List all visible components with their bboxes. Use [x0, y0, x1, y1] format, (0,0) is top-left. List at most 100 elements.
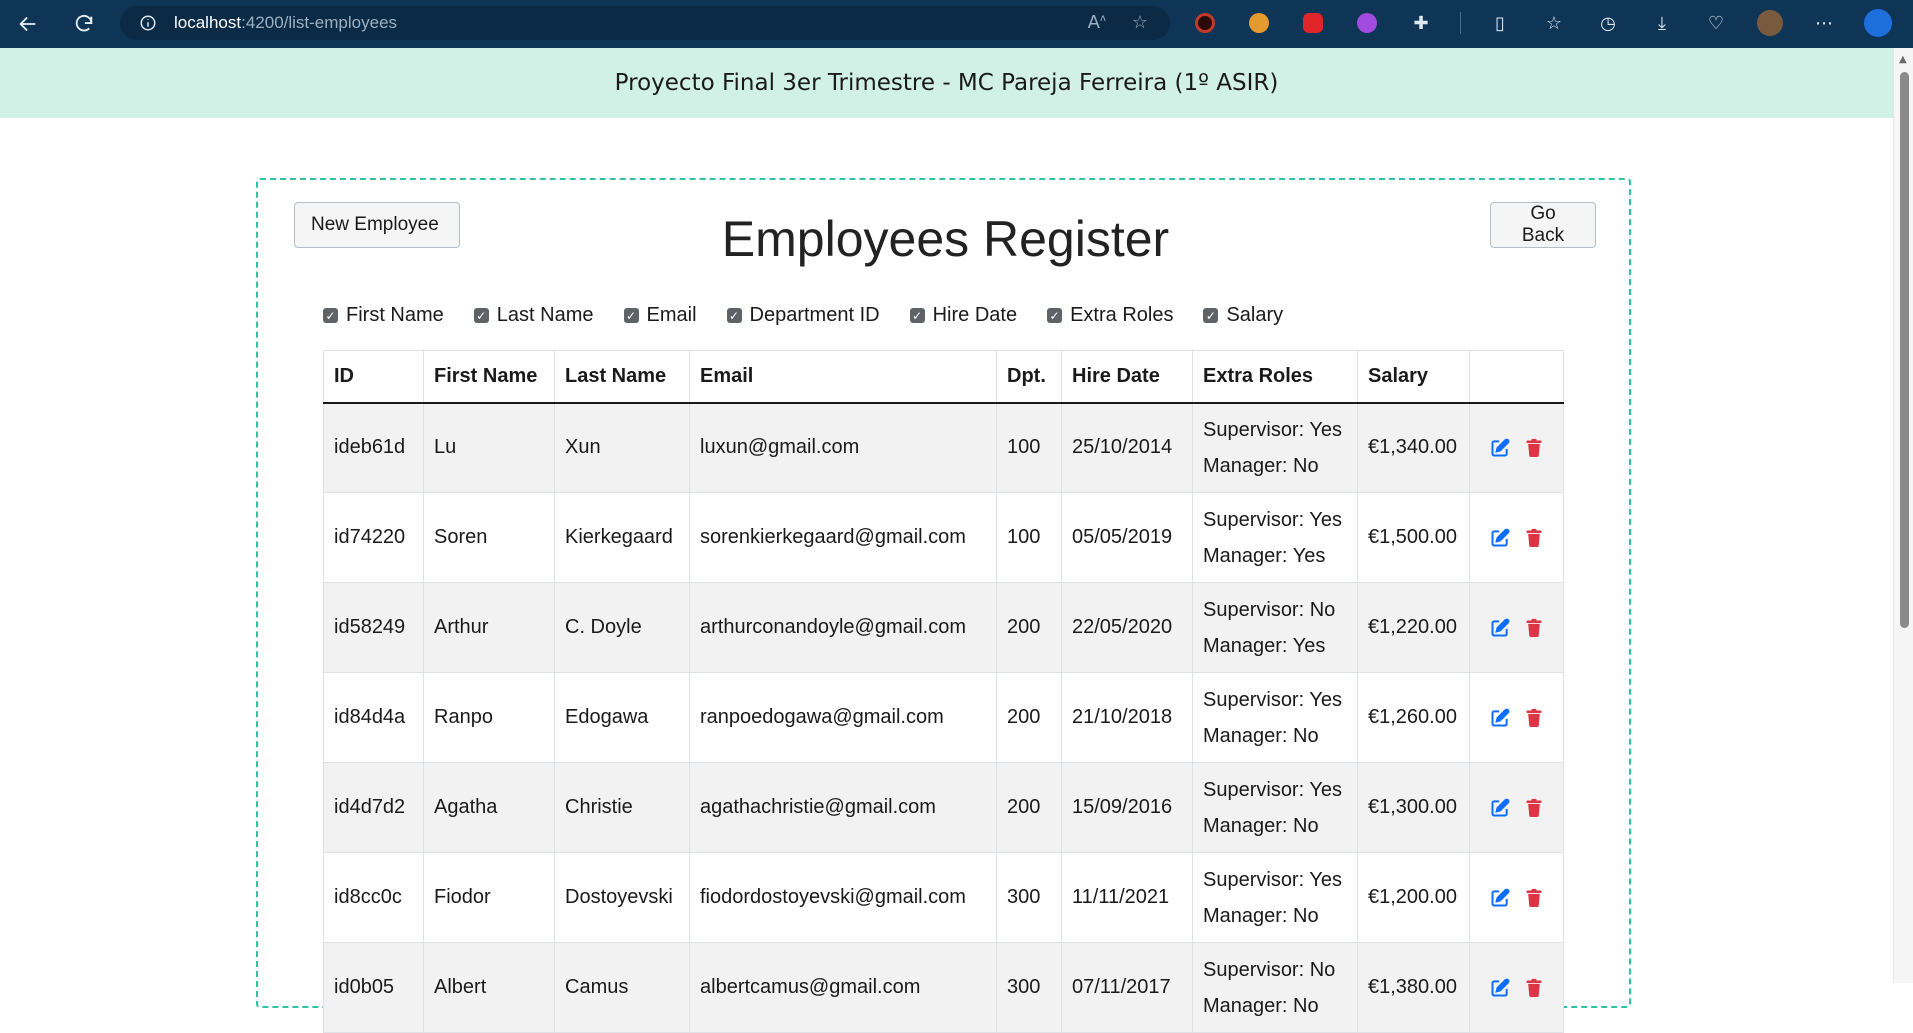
scroll-up-arrow-icon[interactable]: ▲: [1899, 54, 1907, 65]
employees-card: New Employee Employees Register Go Back …: [256, 178, 1631, 1033]
app-header: Proyecto Final 3er Trimestre - MC Pareja…: [0, 48, 1893, 118]
edit-icon[interactable]: [1490, 528, 1510, 548]
cell-actions: [1469, 672, 1564, 763]
checkbox-checked-icon[interactable]: ✓: [473, 308, 489, 323]
download-icon[interactable]: ⤓: [1647, 8, 1677, 38]
url-text[interactable]: localhost:4200/list-employees: [174, 13, 397, 33]
go-back-button[interactable]: Go Back: [1490, 202, 1596, 248]
more-menu-icon[interactable]: ⋯: [1809, 8, 1839, 38]
manager-role: Manager: No: [1203, 904, 1319, 927]
back-icon[interactable]: [8, 4, 48, 44]
filter-last-name[interactable]: ✓ Last Name: [473, 304, 594, 327]
cell-last-name: Dostoyevski: [554, 852, 690, 943]
cell-dpt: 200: [996, 672, 1062, 763]
edit-icon[interactable]: [1490, 978, 1510, 998]
cell-hire-date: 11/11/2021: [1061, 852, 1193, 943]
cell-last-name: Christie: [554, 762, 690, 853]
favorites-icon[interactable]: ☆: [1539, 8, 1569, 38]
column-header-actions: [1469, 350, 1564, 404]
edit-icon[interactable]: [1490, 798, 1510, 818]
checkbox-checked-icon[interactable]: ✓: [726, 308, 742, 323]
cell-last-name: Xun: [554, 402, 690, 493]
delete-trash-icon[interactable]: [1524, 618, 1544, 638]
delete-trash-icon[interactable]: [1524, 708, 1544, 728]
table-row: id58249 Arthur C. Doyle arthurconandoyle@gm…: [323, 582, 1564, 673]
favorite-star-icon[interactable]: ☆: [1132, 12, 1148, 33]
read-aloud-icon[interactable]: Aʌ: [1088, 12, 1106, 33]
checkbox-checked-icon[interactable]: ✓: [623, 308, 639, 323]
cell-email: ranpoedogawa@gmail.com: [689, 672, 997, 763]
cell-first-name: Fiodor: [423, 852, 555, 943]
manager-role: Manager: Yes: [1203, 634, 1326, 657]
delete-trash-icon[interactable]: [1524, 888, 1544, 908]
cell-id: id74220: [323, 492, 424, 583]
copilot-icon[interactable]: [1863, 8, 1893, 38]
edit-icon[interactable]: [1490, 708, 1510, 728]
checkbox-checked-icon[interactable]: ✓: [909, 308, 925, 323]
table-row: id0b05 Albert Camus albertcamus@gmail.com 30…: [323, 942, 1564, 1033]
extension-record-icon[interactable]: [1190, 8, 1220, 38]
filter-extra-roles[interactable]: ✓ Extra Roles: [1047, 304, 1173, 327]
cell-salary: €1,200.00: [1357, 852, 1470, 943]
page-scrollbar[interactable]: ▲: [1893, 48, 1913, 983]
cell-dpt: 200: [996, 582, 1062, 673]
cell-id: id4d7d2: [323, 762, 424, 853]
cell-extra-roles: Supervisor: Yes Manager: Yes: [1192, 492, 1358, 583]
extension-hand-icon[interactable]: [1298, 8, 1328, 38]
cell-id: id84d4a: [323, 672, 424, 763]
cell-email: arthurconandoyle@gmail.com: [689, 582, 997, 673]
history-icon[interactable]: ◷: [1593, 8, 1623, 38]
cell-hire-date: 05/05/2019: [1061, 492, 1193, 583]
column-header-id: ID: [323, 350, 424, 404]
column-header-email: Email: [689, 350, 997, 404]
cell-hire-date: 25/10/2014: [1061, 402, 1193, 493]
cell-dpt: 100: [996, 402, 1062, 493]
cell-first-name: Agatha: [423, 762, 555, 853]
new-employee-button[interactable]: New Employee: [294, 202, 460, 248]
checkbox-checked-icon[interactable]: ✓: [323, 308, 338, 323]
scrollbar-thumb[interactable]: [1900, 72, 1909, 628]
filter-department-id[interactable]: ✓ Department ID: [726, 304, 880, 327]
supervisor-role: Supervisor: Yes: [1203, 868, 1342, 891]
filter-first-name[interactable]: ✓ First Name: [323, 304, 444, 327]
supervisor-role: Supervisor: Yes: [1203, 688, 1342, 711]
cell-actions: [1469, 942, 1564, 1033]
manager-role: Manager: No: [1203, 994, 1319, 1017]
checkbox-checked-icon[interactable]: ✓: [1203, 308, 1219, 323]
heart-pulse-icon[interactable]: ♡: [1701, 8, 1731, 38]
info-icon[interactable]: [138, 13, 158, 33]
delete-trash-icon[interactable]: [1524, 978, 1544, 998]
split-screen-icon[interactable]: ▯: [1485, 8, 1515, 38]
cell-email: albertcamus@gmail.com: [689, 942, 997, 1033]
filter-hire-date[interactable]: ✓ Hire Date: [909, 304, 1017, 327]
cell-email: fiodordostoyevski@gmail.com: [689, 852, 997, 943]
edit-icon[interactable]: [1490, 438, 1510, 458]
filter-salary[interactable]: ✓ Salary: [1203, 304, 1283, 327]
refresh-icon[interactable]: [64, 4, 104, 44]
extension-face-icon[interactable]: [1244, 8, 1274, 38]
cell-first-name: Albert: [423, 942, 555, 1033]
filter-email[interactable]: ✓ Email: [623, 304, 697, 327]
column-header-extra-roles: Extra Roles: [1192, 350, 1358, 404]
employees-table: ID First Name Last Name Email Dpt. Hire …: [323, 350, 1564, 1033]
extensions-puzzle-icon[interactable]: ✚: [1406, 8, 1436, 38]
cell-salary: €1,500.00: [1357, 492, 1470, 583]
cell-extra-roles: Supervisor: Yes Manager: No: [1192, 762, 1358, 853]
cell-id: ideb61d: [323, 402, 424, 493]
cell-dpt: 300: [996, 942, 1062, 1033]
profile-avatar[interactable]: [1755, 8, 1785, 38]
cell-salary: €1,340.00: [1357, 402, 1470, 493]
table-row: ideb61d Lu Xun luxun@gmail.com 100 25/10/2014…: [323, 402, 1564, 493]
edit-icon[interactable]: [1490, 888, 1510, 908]
delete-trash-icon[interactable]: [1524, 798, 1544, 818]
edit-icon[interactable]: [1490, 618, 1510, 638]
delete-trash-icon[interactable]: [1524, 528, 1544, 548]
cell-last-name: Edogawa: [554, 672, 690, 763]
delete-trash-icon[interactable]: [1524, 438, 1544, 458]
cell-email: agathachristie@gmail.com: [689, 762, 997, 853]
column-header-salary: Salary: [1357, 350, 1470, 404]
checkbox-checked-icon[interactable]: ✓: [1047, 308, 1063, 323]
address-bar[interactable]: localhost:4200/list-employees Aʌ ☆: [120, 6, 1170, 40]
extension-ub-icon[interactable]: [1352, 8, 1382, 38]
supervisor-role: Supervisor: Yes: [1203, 418, 1342, 441]
